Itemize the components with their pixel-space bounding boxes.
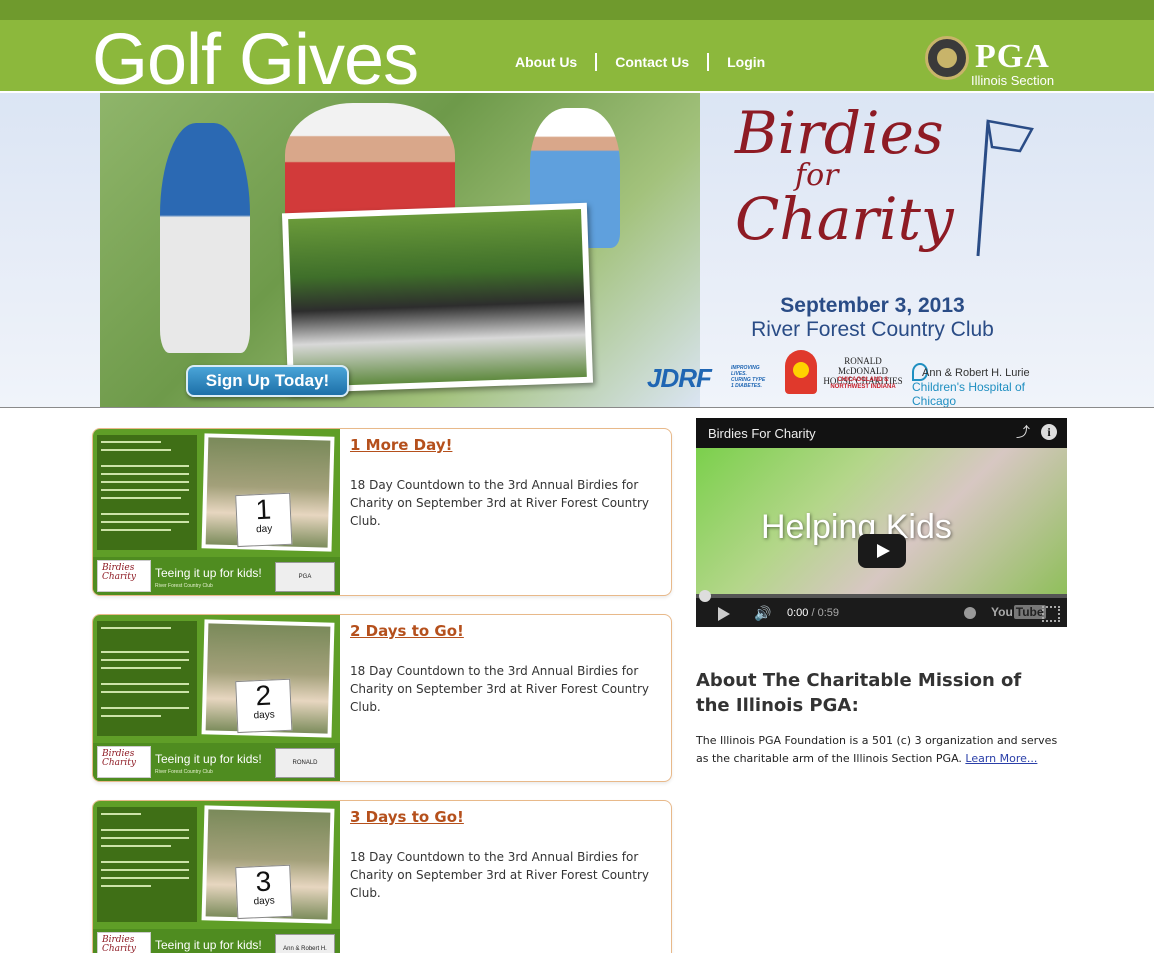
post-thumbnail[interactable]: 2 days Birdies Charity Teeing it up for … <box>93 615 340 781</box>
nav-contact-us[interactable]: Contact Us <box>615 54 689 70</box>
event-title-line-1: Birdies <box>735 99 944 167</box>
pga-seal-icon <box>925 36 969 80</box>
golf-flag-icon <box>976 119 1034 257</box>
hero-banner: Sign Up Today! Birdies for Charity Septe… <box>0 91 1154 408</box>
top-strip <box>0 0 1154 20</box>
post-title-link[interactable]: 2 Days to Go! <box>350 622 464 640</box>
post-title-link[interactable]: 3 Days to Go! <box>350 808 464 826</box>
event-title-line-3: Charity <box>735 185 954 253</box>
birdies-for-charity-mini-logo: Birdies Charity <box>97 746 151 778</box>
video-frame[interactable]: Helping Kids <box>696 448 1067 596</box>
site-logo[interactable]: Golf Gives <box>92 24 419 96</box>
birdies-for-charity-mini-logo: Birdies Charity <box>97 932 151 953</box>
ronald-mcdonald-house-logo[interactable]: RONALD McDONALD HOUSE CHARITIES CHICAGOL… <box>785 346 905 401</box>
progress-bar[interactable] <box>696 594 1067 598</box>
play-button[interactable] <box>858 534 906 568</box>
pga-logo-name: PGA <box>975 38 1050 75</box>
progress-scrubber[interactable] <box>699 590 711 602</box>
jdrf-tagline: IMPROVING LIVES. CURING TYPE 1 DIABETES. <box>731 365 766 389</box>
video-title[interactable]: Birdies For Charity <box>708 426 816 441</box>
youtube-video-player[interactable]: Helping Kids Birdies For Charity ⤴ i 🔊 0… <box>696 418 1067 627</box>
thumb-venue: River Forest Country Club <box>155 769 213 775</box>
lurie-name: Ann & Robert H. Lurie <box>922 367 1030 379</box>
youtube-logo[interactable]: You Tube <box>991 605 1046 619</box>
time-current: 0:00 <box>787 607 809 619</box>
nav-login[interactable]: Login <box>727 54 765 70</box>
thumb-tagline: Teeing it up for kids! <box>155 752 262 766</box>
lurie-childrens-logo[interactable]: Ann & Robert H. Lurie Children's Hospita… <box>912 363 1062 407</box>
event-title: Birdies for Charity <box>735 99 985 253</box>
rmhc-heart-icon <box>785 350 817 394</box>
control-play-icon[interactable] <box>718 607 730 621</box>
post-card: 2 days Birdies Charity Teeing it up for … <box>92 614 672 782</box>
rmhc-region: CHICAGOLAND & NORTHWEST INDIANA <box>830 377 896 390</box>
event-date: September 3, 2013 <box>780 294 965 317</box>
post-thumbnail[interactable]: 1 day Birdies Charity Teeing it up for k… <box>93 429 340 595</box>
pga-illinois-logo[interactable]: PGA Illinois Section <box>925 36 1075 91</box>
post-body: 18 Day Countdown to the 3rd Annual Birdi… <box>350 664 650 714</box>
countdown-sign: 1 day <box>235 492 293 548</box>
countdown-sign: 2 days <box>235 678 293 734</box>
about-heading: About The Charitable Mission of the Illi… <box>696 670 1022 716</box>
lurie-hospital: Children's Hospital of Chicago <box>912 380 1026 408</box>
video-overlay-text: Helping Kids <box>761 508 952 546</box>
time-total: / 0:59 <box>811 607 840 619</box>
thumb-sponsor-badge: RONALD McDONALD HOUSE <box>275 748 335 778</box>
main-nav: About Us Contact Us Login <box>515 53 765 71</box>
post-card: 1 day Birdies Charity Teeing it up for k… <box>92 428 672 596</box>
post-body: 18 Day Countdown to the 3rd Annual Birdi… <box>350 478 650 528</box>
watch-later-icon[interactable] <box>964 607 976 619</box>
countdown-sign: 3 days <box>235 864 293 920</box>
countdown-posts: 1 day Birdies Charity Teeing it up for k… <box>92 428 672 953</box>
golfer-putting-image <box>160 123 250 353</box>
video-time: 0:00 / 0:59 <box>787 607 839 619</box>
sign-up-button[interactable]: Sign Up Today! <box>186 365 349 397</box>
about-text: The Illinois PGA Foundation is a 501 (c)… <box>696 732 1066 768</box>
learn-more-link[interactable]: Learn More... <box>965 752 1037 765</box>
pga-logo-section: Illinois Section <box>971 73 1055 88</box>
video-title-bar: Birdies For Charity ⤴ i <box>696 418 1067 448</box>
fullscreen-icon[interactable] <box>1042 606 1060 622</box>
golfers-photo-collage <box>100 93 700 407</box>
post-title-link[interactable]: 1 More Day! <box>350 436 452 454</box>
birdies-for-charity-mini-logo: Birdies Charity <box>97 560 151 592</box>
post-body: 18 Day Countdown to the 3rd Annual Birdi… <box>350 850 650 900</box>
jdrf-logo[interactable]: JDRF IMPROVING LIVES. CURING TYPE 1 DIAB… <box>647 363 767 393</box>
thumb-sponsor-badge: Ann & Robert H. Lurie <box>275 934 335 953</box>
share-icon[interactable]: ⤴ <box>1016 425 1032 441</box>
nav-about-us[interactable]: About Us <box>515 54 577 70</box>
thumb-tagline: Teeing it up for kids! <box>155 566 262 580</box>
info-icon[interactable]: i <box>1041 424 1057 440</box>
event-venue: River Forest Country Club <box>751 318 994 341</box>
thumb-sponsor-badge: PGA <box>275 562 335 592</box>
thumb-tagline: Teeing it up for kids! <box>155 938 262 952</box>
site-header: Golf Gives About Us Contact Us Login PGA… <box>0 20 1154 96</box>
nav-separator <box>707 53 710 71</box>
nav-separator <box>595 53 598 71</box>
post-card: 3 days Birdies Charity Teeing it up for … <box>92 800 672 953</box>
volume-icon[interactable]: 🔊 <box>754 605 774 623</box>
post-thumbnail[interactable]: 3 days Birdies Charity Teeing it up for … <box>93 801 340 953</box>
thumb-venue: River Forest Country Club <box>155 583 213 589</box>
